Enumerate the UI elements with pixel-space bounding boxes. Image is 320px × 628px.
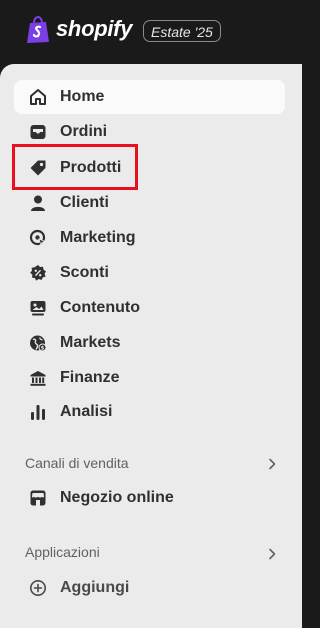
- sidebar-item-label: Clienti: [60, 194, 109, 211]
- home-icon: [28, 87, 48, 107]
- sidebar-item-add-app[interactable]: Aggiungi: [14, 571, 285, 605]
- globe-icon: $: [28, 333, 48, 353]
- sidebar-item-finance[interactable]: Finanze: [14, 361, 285, 395]
- plus-circle-icon: [28, 578, 48, 598]
- sidebar-item-label: Analisi: [60, 403, 113, 420]
- sidebar-item-marketing[interactable]: Marketing: [14, 221, 285, 255]
- person-icon: [28, 193, 48, 213]
- sidebar-item-label: Sconti: [60, 264, 109, 281]
- section-title-sales-channels: Canali di vendita: [25, 455, 129, 471]
- bank-icon: [28, 368, 48, 388]
- sidebar-item-markets[interactable]: $ Markets: [14, 326, 285, 360]
- sidebar-item-online-store[interactable]: Negozio online: [14, 481, 285, 515]
- sidebar-item-label: Contenuto: [60, 299, 140, 316]
- sidebar-item-label: Markets: [60, 334, 121, 351]
- sidebar-item-content[interactable]: Contenuto: [14, 291, 285, 325]
- orders-icon: [28, 122, 48, 142]
- chevron-right-icon[interactable]: [266, 548, 278, 560]
- highlight-box: [12, 144, 138, 190]
- sidebar-item-discounts[interactable]: Sconti: [14, 256, 285, 290]
- sidebar-item-home[interactable]: Home: [14, 80, 285, 114]
- sidebar-item-label: Negozio online: [60, 489, 174, 506]
- sidebar-item-label: Finanze: [60, 369, 120, 386]
- sidebar-item-label: Marketing: [60, 229, 136, 246]
- discount-icon: [28, 263, 48, 283]
- svg-text:$: $: [41, 346, 45, 352]
- chevron-right-icon[interactable]: [266, 458, 278, 470]
- store-icon: [28, 488, 48, 508]
- sidebar-item-analytics[interactable]: Analisi: [14, 395, 285, 429]
- top-bar: shopify Estate '25: [0, 0, 302, 64]
- sidebar-item-label: Aggiungi: [60, 579, 130, 596]
- sidebar-item-label: Ordini: [60, 123, 108, 140]
- sidebar-item-customers[interactable]: Clienti: [14, 186, 285, 220]
- section-title-apps: Applicazioni: [25, 544, 100, 560]
- brand-name[interactable]: shopify: [56, 16, 132, 42]
- target-icon: [28, 228, 48, 248]
- sidebar-item-label: Home: [60, 88, 105, 105]
- chart-bars-icon: [28, 402, 48, 422]
- content-icon: [28, 298, 48, 318]
- edition-badge[interactable]: Estate '25: [143, 20, 221, 42]
- shopify-logo-icon[interactable]: [26, 16, 50, 44]
